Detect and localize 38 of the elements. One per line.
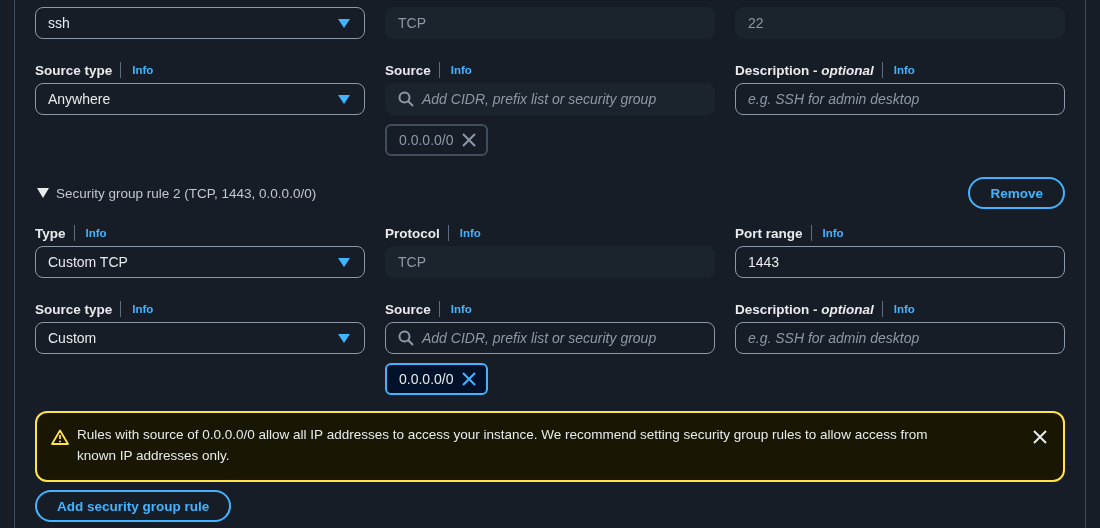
search-field[interactable]: Add CIDR, prefix list or security group [385, 322, 715, 354]
search-icon [398, 330, 414, 346]
dropdown[interactable]: Custom [35, 322, 365, 354]
caret-icon [338, 18, 350, 28]
field-label: Source type [35, 301, 113, 317]
remove-button[interactable]: Remove [968, 177, 1065, 209]
field-label: Port range [735, 225, 803, 241]
field-label: Description - optional [735, 62, 874, 78]
warning-icon [51, 429, 69, 445]
text-field[interactable]: e.g. SSH for admin desktop [735, 322, 1065, 354]
caret-icon[interactable] [37, 188, 49, 198]
info-link[interactable]: Info [822, 227, 844, 239]
warning-text: Rules with source of 0.0.0.0/0 allow all IP addresses to access your instance. We recommend setting security group rules to allow access from known IP addresses only. [77, 426, 929, 465]
caret-icon [338, 333, 350, 343]
token[interactable]: 0.0.0.0/0 [385, 363, 488, 395]
field-label: Source type [35, 62, 113, 78]
dropdown[interactable]: Custom TCP [35, 246, 365, 278]
search-icon [398, 91, 414, 107]
info-link[interactable]: Info [132, 64, 154, 76]
info-link[interactable]: Info [893, 64, 915, 76]
info-link[interactable]: Info [893, 303, 915, 315]
field-label: Source [385, 301, 431, 317]
info-link[interactable]: Info [132, 303, 154, 315]
info-link[interactable]: Info [450, 303, 472, 315]
close-icon[interactable] [461, 372, 476, 386]
text-field[interactable]: 1443 [735, 246, 1065, 278]
text-field[interactable]: e.g. SSH for admin desktop [735, 83, 1065, 115]
caret-icon [338, 257, 350, 267]
field-label: Type [35, 225, 66, 241]
add-rule-button[interactable]: Add security group rule [35, 490, 232, 522]
field-label: Protocol [385, 225, 440, 241]
caret-icon [338, 94, 350, 104]
field-label: Description - optional [735, 301, 874, 317]
dropdown[interactable]: Anywhere [35, 83, 365, 115]
info-link[interactable]: Info [85, 227, 107, 239]
dropdown[interactable]: ssh [35, 7, 365, 39]
rule-title[interactable]: Security group rule 2 (TCP, 1443, 0.0.0.0/0) [56, 185, 317, 201]
field-label: Source [385, 62, 431, 78]
